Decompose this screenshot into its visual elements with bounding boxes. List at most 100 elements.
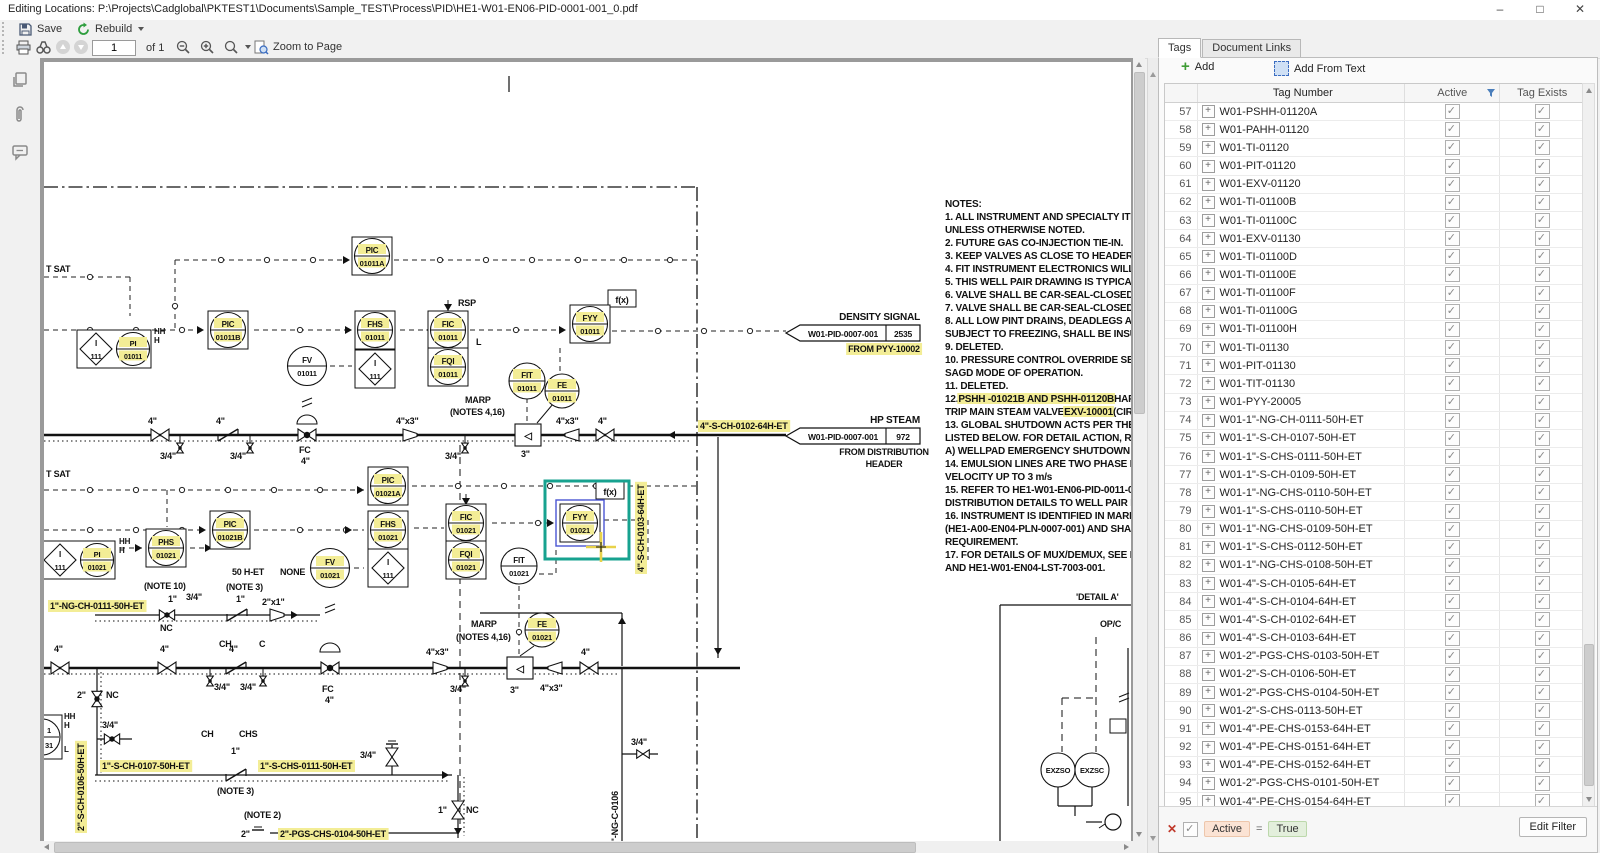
tag-exists-checkbox[interactable] (1535, 322, 1550, 337)
tag-exists-checkbox[interactable] (1535, 467, 1550, 482)
table-row[interactable]: 79+W01-1"-S-CHS-0110-50H-ET (1165, 502, 1584, 520)
expand-icon[interactable]: + (1202, 377, 1215, 390)
tag-cell[interactable]: +W01-PAHH-01120 (1198, 121, 1406, 138)
expand-icon[interactable]: + (1202, 414, 1215, 427)
expand-icon[interactable]: + (1202, 232, 1215, 245)
active-checkbox[interactable] (1445, 758, 1460, 773)
expand-icon[interactable]: + (1202, 432, 1215, 445)
active-checkbox[interactable] (1445, 395, 1460, 410)
tag-exists-checkbox[interactable] (1535, 758, 1550, 773)
tag-exists-checkbox[interactable] (1535, 740, 1550, 755)
tag-cell[interactable]: +W01-1"-NG-CHS-0109-50H-ET (1198, 521, 1406, 538)
table-row[interactable]: 71+W01-PIT-01130 (1165, 357, 1584, 375)
table-row[interactable]: 65+W01-TI-01100D (1165, 248, 1584, 266)
active-checkbox[interactable] (1445, 376, 1460, 391)
expand-icon[interactable]: + (1202, 722, 1215, 735)
table-row[interactable]: 81+W01-1"-S-CHS-0112-50H-ET (1165, 539, 1584, 557)
expand-icon[interactable]: + (1202, 505, 1215, 518)
tag-cell[interactable]: +W01-EXV-01130 (1198, 230, 1406, 247)
expand-icon[interactable]: + (1202, 759, 1215, 772)
active-checkbox[interactable] (1445, 177, 1460, 192)
expand-icon[interactable]: + (1202, 741, 1215, 754)
tab-document-links[interactable]: Document Links (1202, 39, 1301, 58)
tag-exists-checkbox[interactable] (1535, 485, 1550, 500)
table-row[interactable]: 76+W01-1"-S-CHS-0111-50H-ET (1165, 448, 1584, 466)
table-row[interactable]: 94+W01-2"-PGS-CHS-0101-50H-ET (1165, 775, 1584, 793)
save-button[interactable]: Save (14, 21, 66, 37)
header-active[interactable]: Active (1405, 84, 1500, 102)
tag-exists-checkbox[interactable] (1535, 213, 1550, 228)
tag-exists-checkbox[interactable] (1535, 431, 1550, 446)
table-row[interactable]: 90+W01-2"-S-CHS-0113-50H-ET (1165, 702, 1584, 720)
active-checkbox[interactable] (1445, 594, 1460, 609)
tag-exists-checkbox[interactable] (1535, 522, 1550, 537)
expand-icon[interactable]: + (1202, 613, 1215, 626)
active-checkbox[interactable] (1445, 304, 1460, 319)
table-row[interactable]: 92+W01-4"-PE-CHS-0151-64H-ET (1165, 738, 1584, 756)
active-checkbox[interactable] (1445, 413, 1460, 428)
table-row[interactable]: 62+W01-TI-01100B (1165, 194, 1584, 212)
tag-exists-checkbox[interactable] (1535, 177, 1550, 192)
tag-cell[interactable]: +W01-PIT-01130 (1198, 357, 1406, 374)
active-checkbox[interactable] (1445, 267, 1460, 282)
tag-exists-checkbox[interactable] (1535, 504, 1550, 519)
expand-icon[interactable]: + (1202, 541, 1215, 554)
add-from-text-button[interactable]: Add From Text (1274, 61, 1365, 76)
filter-field-chip[interactable]: Active (1204, 821, 1250, 837)
tag-cell[interactable]: +W01-2"-PGS-CHS-0101-50H-ET (1198, 775, 1406, 792)
table-row[interactable]: 89+W01-2"-PGS-CHS-0104-50H-ET (1165, 684, 1584, 702)
tag-cell[interactable]: +W01-4"-PE-CHS-0152-64H-ET (1198, 757, 1406, 774)
table-row[interactable]: 74+W01-1"-NG-CH-0111-50H-ET (1165, 412, 1584, 430)
tag-exists-checkbox[interactable] (1535, 721, 1550, 736)
tag-exists-checkbox[interactable] (1535, 540, 1550, 555)
tag-exists-checkbox[interactable] (1535, 140, 1550, 155)
active-checkbox[interactable] (1445, 286, 1460, 301)
tag-exists-checkbox[interactable] (1535, 649, 1550, 664)
tag-exists-checkbox[interactable] (1535, 249, 1550, 264)
expand-icon[interactable]: + (1202, 268, 1215, 281)
expand-icon[interactable]: + (1202, 650, 1215, 663)
table-row[interactable]: 85+W01-4"-S-CH-0102-64H-ET (1165, 611, 1584, 629)
table-row[interactable]: 64+W01-EXV-01130 (1165, 230, 1584, 248)
comments-panel-button[interactable] (10, 142, 30, 162)
table-row[interactable]: 84+W01-4"-S-CH-0104-64H-ET (1165, 593, 1584, 611)
filter-value-chip[interactable]: True (1268, 821, 1306, 837)
active-checkbox[interactable] (1445, 467, 1460, 482)
tag-exists-checkbox[interactable] (1535, 449, 1550, 464)
table-row[interactable]: 70+W01-TI-01130 (1165, 339, 1584, 357)
viewer-vscroll-thumb[interactable] (1134, 72, 1145, 414)
tag-cell[interactable]: +W01-PYY-20005 (1198, 394, 1406, 411)
table-row[interactable]: 93+W01-4"-PE-CHS-0152-64H-ET (1165, 757, 1584, 775)
minimize-button[interactable]: – (1480, 0, 1520, 20)
viewer-hscroll-thumb[interactable] (54, 842, 916, 853)
header-tag-exists[interactable]: Tag Exists (1500, 84, 1584, 102)
table-row[interactable]: 86+W01-4"-S-CH-0103-64H-ET (1165, 630, 1584, 648)
expand-icon[interactable]: + (1202, 178, 1215, 191)
expand-icon[interactable]: + (1202, 250, 1215, 263)
table-row[interactable]: 66+W01-TI-01100E (1165, 266, 1584, 284)
tag-exists-checkbox[interactable] (1535, 685, 1550, 700)
attachments-panel-button[interactable] (10, 106, 30, 126)
active-checkbox[interactable] (1445, 449, 1460, 464)
tag-cell[interactable]: +W01-TI-01130 (1198, 339, 1406, 356)
expand-icon[interactable]: + (1202, 105, 1215, 118)
tag-cell[interactable]: +W01-TI-01100H (1198, 321, 1406, 338)
table-row[interactable]: 58+W01-PAHH-01120 (1165, 121, 1584, 139)
tag-exists-checkbox[interactable] (1535, 304, 1550, 319)
table-row[interactable]: 59+W01-TI-01120 (1165, 139, 1584, 157)
table-row[interactable]: 61+W01-EXV-01120 (1165, 176, 1584, 194)
table-row[interactable]: 88+W01-2"-S-CH-0106-50H-ET (1165, 666, 1584, 684)
table-row[interactable]: 83+W01-4"-S-CH-0105-64H-ET (1165, 575, 1584, 593)
active-checkbox[interactable] (1445, 504, 1460, 519)
maximize-button[interactable]: □ (1520, 0, 1560, 20)
expand-icon[interactable]: + (1202, 632, 1215, 645)
tag-cell[interactable]: +W01-4"-S-CH-0105-64H-ET (1198, 575, 1406, 592)
page-number-input[interactable] (92, 40, 136, 56)
tag-cell[interactable]: +W01-1"-S-CH-0109-50H-ET (1198, 466, 1406, 483)
filter-enabled-checkbox[interactable] (1183, 822, 1198, 837)
expand-icon[interactable]: + (1202, 468, 1215, 481)
tag-cell[interactable]: +W01-1"-S-CHS-0110-50H-ET (1198, 502, 1406, 519)
tag-cell[interactable]: +W01-1"-NG-CHS-0108-50H-ET (1198, 557, 1406, 574)
tag-cell[interactable]: +W01-TI-01100E (1198, 266, 1406, 283)
expand-icon[interactable]: + (1202, 323, 1215, 336)
